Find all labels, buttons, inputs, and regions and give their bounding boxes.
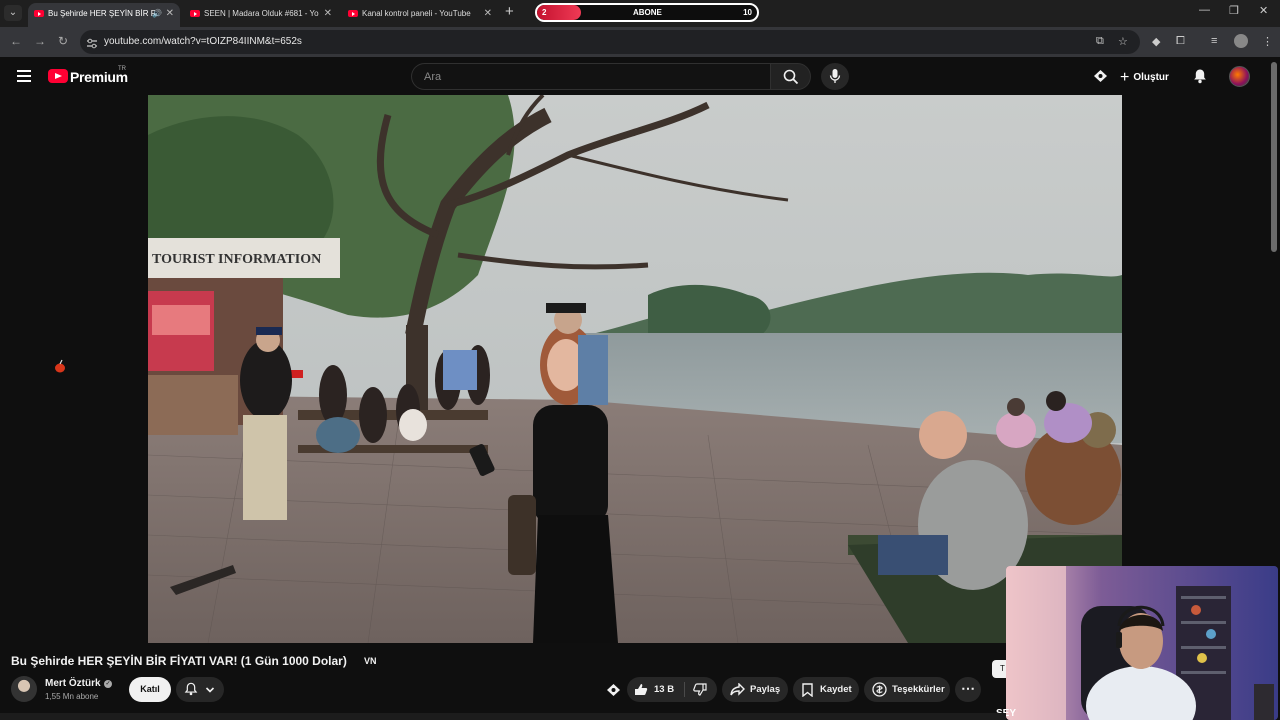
- close-tab-icon[interactable]: ✕: [484, 3, 492, 25]
- minimize-icon[interactable]: —: [1199, 4, 1210, 16]
- bookmark-icon: [802, 683, 813, 697]
- chrome-menu-icon[interactable]: ⋮: [1262, 35, 1273, 48]
- youtube-favicon-icon: [34, 10, 44, 17]
- extensions-puzzle-icon[interactable]: ⧠: [1176, 35, 1185, 48]
- browser-tab-strip: ⌄ Bu Şehirde HER ŞEYİN BİR F 🔊 ✕ SEEN | …: [0, 0, 1280, 27]
- search-input[interactable]: [412, 64, 771, 89]
- share-label: Paylaş: [750, 684, 781, 695]
- guide-menu-icon[interactable]: [17, 70, 31, 85]
- restore-icon[interactable]: ❐: [1229, 4, 1239, 17]
- reload-icon[interactable]: ↻: [58, 34, 68, 48]
- search-button[interactable]: [770, 63, 811, 90]
- tab-3[interactable]: Kanal kontrol paneli - YouTube ✕: [342, 3, 498, 27]
- save-button[interactable]: Kaydet: [793, 677, 859, 702]
- site-settings-icon[interactable]: [86, 36, 98, 49]
- tourist-information-sign: TOURIST INFORMATION: [152, 252, 321, 267]
- plus-icon: +: [1120, 69, 1130, 86]
- like-dislike-group: 13 B: [627, 677, 717, 702]
- cast-icon[interactable]: [1093, 69, 1108, 88]
- page-scrollbar-thumb[interactable]: [1271, 62, 1277, 252]
- video-title-flag: VN: [364, 656, 377, 666]
- new-tab-button[interactable]: +: [505, 3, 514, 20]
- thanks-label: Teşekkürler: [892, 684, 945, 695]
- like-button[interactable]: 13 B: [627, 677, 683, 702]
- reading-list-icon[interactable]: ≡: [1211, 35, 1217, 47]
- microphone-icon: [829, 69, 841, 83]
- video-title: Bu Şehirde HER ŞEYİN BİR FİYATI VAR! (1 …: [11, 654, 347, 668]
- close-window-icon[interactable]: ✕: [1259, 4, 1268, 17]
- chevron-down-icon: [205, 687, 215, 693]
- profile-avatar-icon[interactable]: [1234, 34, 1248, 48]
- country-code: TR: [118, 66, 126, 72]
- subscriber-goal-bar: 2 ABONE 10: [535, 3, 759, 22]
- channel-name[interactable]: Mert Öztürk: [45, 678, 101, 689]
- tab-1[interactable]: Bu Şehirde HER ŞEYİN BİR F 🔊 ✕: [28, 3, 180, 27]
- subscriber-goal-label: ABONE: [633, 8, 662, 17]
- youtube-logo-icon[interactable]: [48, 69, 68, 83]
- subscription-bell-button[interactable]: [176, 677, 224, 702]
- close-tab-icon[interactable]: ✕: [166, 3, 174, 25]
- channel-avatar[interactable]: [11, 676, 37, 702]
- more-horizontal-icon: ⋯: [961, 680, 975, 696]
- more-actions-button[interactable]: ⋯: [955, 677, 981, 702]
- pointer-cursor-icon: [54, 359, 66, 373]
- thumbs-down-icon: [693, 683, 707, 696]
- tab-title: Bu Şehirde HER ŞEYİN BİR F: [48, 9, 156, 18]
- forward-icon[interactable]: →: [34, 34, 46, 48]
- create-label: Oluştur: [1133, 72, 1169, 83]
- create-button[interactable]: + Oluştur: [1120, 65, 1176, 87]
- close-tab-icon[interactable]: ✕: [324, 3, 332, 25]
- like-count: 13 B: [654, 684, 675, 695]
- save-label: Kaydet: [820, 684, 852, 695]
- back-icon[interactable]: ←: [10, 34, 22, 48]
- speaker-icon[interactable]: 🔊: [152, 3, 162, 25]
- install-app-icon[interactable]: ⧉: [1096, 35, 1104, 48]
- address-bar-row: ← → ↻ youtube.com/watch?v=tOIZP84IINM&t=…: [0, 27, 1280, 57]
- search-box[interactable]: [411, 63, 771, 90]
- thumbs-up-icon: [635, 684, 648, 695]
- tab-title: SEEN | Madara Olduk #681 - Yo: [204, 9, 319, 18]
- bell-icon: [184, 682, 198, 696]
- notifications-bell-icon[interactable]: [1193, 68, 1207, 89]
- youtube-favicon-icon: [348, 10, 358, 17]
- subscriber-goal-current: 2: [542, 8, 547, 17]
- tab-2[interactable]: SEEN | Madara Olduk #681 - Yo ✕: [184, 3, 338, 27]
- search-icon: [783, 69, 798, 85]
- webcam-feed: [1006, 566, 1278, 720]
- share-button[interactable]: Paylaş: [722, 677, 788, 702]
- extension-diamond-icon[interactable]: ◆: [1152, 35, 1160, 48]
- tab-search-menu-button[interactable]: ⌄: [4, 5, 22, 21]
- subscriber-goal-target: 10: [743, 8, 752, 17]
- voice-search-button[interactable]: [821, 63, 849, 90]
- verified-check-icon: ✓: [104, 680, 112, 688]
- account-avatar[interactable]: [1229, 66, 1250, 87]
- join-button[interactable]: Katıl: [129, 677, 171, 702]
- share-icon: [730, 683, 745, 696]
- bookmark-star-icon[interactable]: ☆: [1118, 35, 1128, 48]
- streamer-webcam-overlay: [1006, 566, 1278, 720]
- video-player[interactable]: TOURIST INFORMATION: [148, 95, 1122, 643]
- youtube-masthead: Premium TR +Oluştur: [0, 57, 1280, 95]
- url-text[interactable]: youtube.com/watch?v=tOIZP84IINM&t=652s: [104, 36, 302, 47]
- dislike-button[interactable]: [687, 677, 717, 702]
- youtube-favicon-icon: [190, 10, 200, 17]
- ask-ai-icon[interactable]: [606, 683, 621, 702]
- subscriber-count: 1,55 Mn abone: [45, 692, 99, 701]
- tab-title: Kanal kontrol paneli - YouTube: [362, 9, 471, 18]
- bottom-bar: [0, 713, 1006, 720]
- thanks-button[interactable]: Teşekkürler: [864, 677, 950, 702]
- video-frame: TOURIST INFORMATION: [148, 95, 1122, 643]
- super-thanks-icon: [872, 682, 887, 697]
- like-divider: [684, 682, 685, 697]
